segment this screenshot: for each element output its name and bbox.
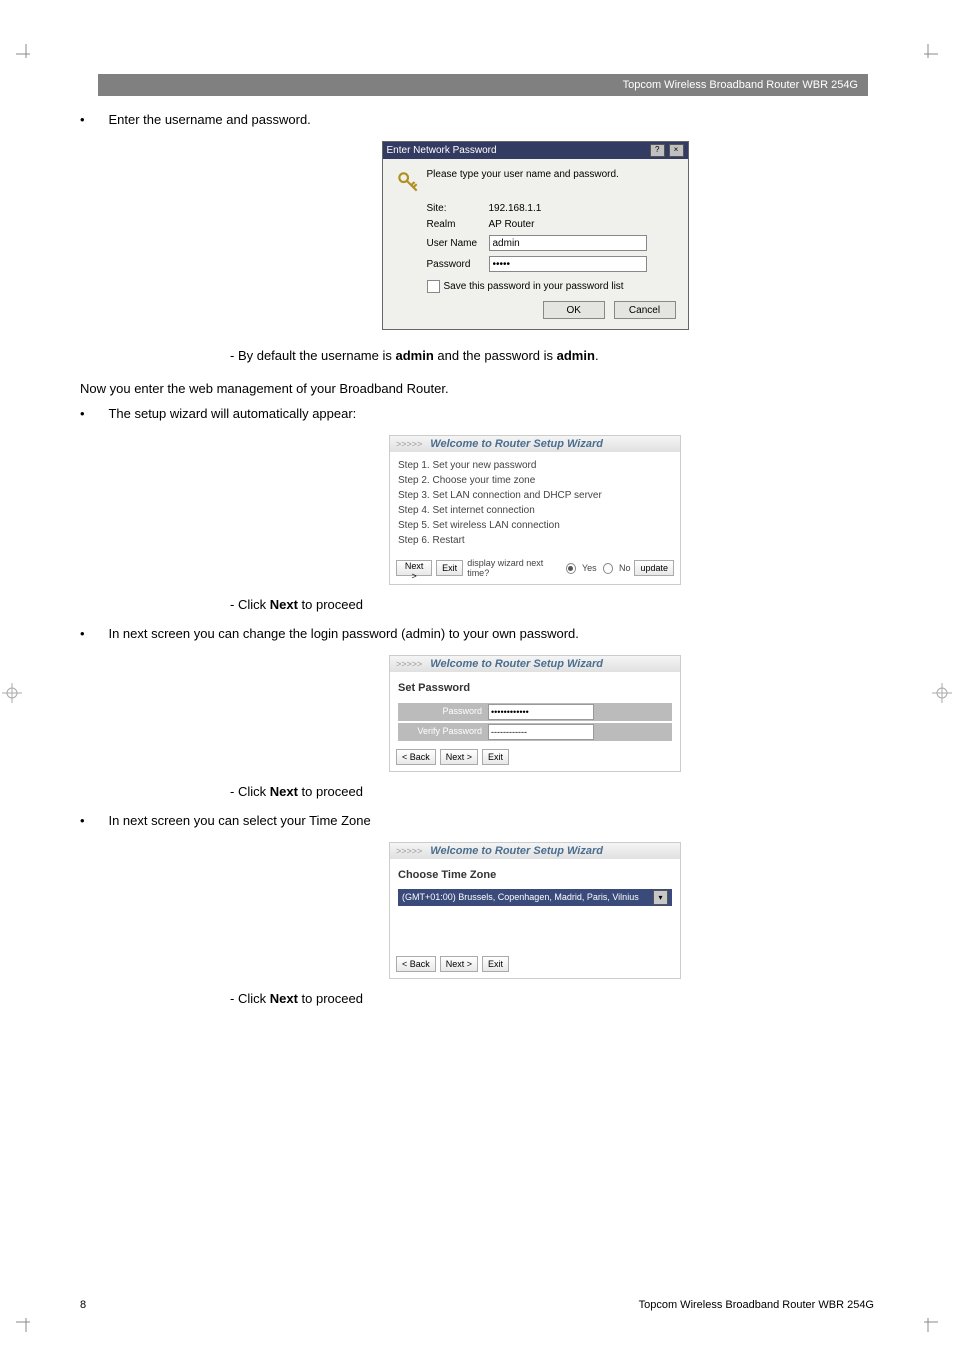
timezone-selected: (GMT+01:00) Brussels, Copenhagen, Madrid…	[402, 891, 639, 905]
wizard-step: Step 2. Choose your time zone	[398, 473, 672, 488]
wizard-choose-timezone: >>>>> Welcome to Router Setup Wizard Cho…	[389, 842, 681, 980]
wizard-titlebar: >>>>> Welcome to Router Setup Wizard	[390, 656, 680, 672]
radio-no-label: No	[619, 563, 631, 573]
wizard-step: Step 4. Set internet connection	[398, 503, 672, 518]
body-text: - Click Next to proceed	[230, 597, 870, 612]
help-icon[interactable]: ?	[650, 144, 665, 157]
breadcrumb: >>>>>	[396, 846, 422, 856]
bullet: •	[80, 813, 94, 828]
crop-mark	[2, 683, 22, 708]
body-text: - Click Next to proceed	[230, 991, 870, 1006]
save-password-label: Save this password in your password list	[444, 281, 624, 292]
radio-no[interactable]	[603, 563, 613, 574]
realm-value: AP Router	[489, 219, 535, 230]
realm-label: Realm	[427, 219, 489, 230]
password-label: Password	[427, 259, 489, 270]
ok-button[interactable]: OK	[543, 301, 605, 319]
body-text: • Enter the username and password.	[80, 112, 870, 127]
breadcrumb: >>>>>	[396, 659, 422, 669]
site-value: 192.168.1.1	[489, 203, 542, 214]
wizard-title: Welcome to Router Setup Wizard	[430, 438, 603, 450]
text-change-pw: In next screen you can change the login …	[108, 626, 578, 641]
wizard-set-password: >>>>> Welcome to Router Setup Wizard Set…	[389, 655, 681, 772]
body-text: - Click Next to proceed	[230, 784, 870, 799]
exit-button[interactable]: Exit	[436, 560, 463, 576]
wizard-titlebar: >>>>> Welcome to Router Setup Wizard	[390, 436, 680, 452]
dialog-title: Enter Network Password	[387, 145, 497, 156]
wizard-step: Step 5. Set wireless LAN connection	[398, 518, 672, 533]
text-setup-auto: The setup wizard will automatically appe…	[108, 406, 356, 421]
dialog-titlebar: Enter Network Password ? ×	[383, 142, 688, 159]
back-button[interactable]: < Back	[396, 749, 436, 765]
dialog-enter-network-password: Enter Network Password ? × Please type y…	[382, 141, 689, 330]
new-password-input[interactable]	[488, 704, 594, 720]
crop-mark	[918, 1312, 938, 1337]
wizard-steps: >>>>> Welcome to Router Setup Wizard Ste…	[389, 435, 681, 585]
verify-password-label: Verify Password	[402, 725, 482, 739]
header-product-name: Topcom Wireless Broadband Router WBR 254…	[623, 79, 858, 91]
username-label: User Name	[427, 238, 489, 249]
wizard-step: Step 1. Set your new password	[398, 458, 672, 473]
key-icon	[395, 169, 421, 195]
wizard-heading: Choose Time Zone	[398, 867, 672, 884]
verify-password-input[interactable]	[488, 724, 594, 740]
username-input[interactable]	[489, 235, 647, 251]
back-button[interactable]: < Back	[396, 956, 436, 972]
header-bar: Topcom Wireless Broadband Router WBR 254…	[98, 74, 868, 96]
radio-yes[interactable]	[566, 563, 576, 574]
display-question: display wizard next time?	[467, 558, 560, 578]
text-enter-credentials: Enter the username and password.	[108, 112, 310, 127]
next-button[interactable]: Next >	[440, 749, 478, 765]
breadcrumb: >>>>>	[396, 439, 422, 449]
wizard-heading: Set Password	[398, 680, 672, 697]
bullet: •	[80, 626, 94, 641]
wizard-titlebar: >>>>> Welcome to Router Setup Wizard	[390, 843, 680, 859]
body-text: • In next screen you can change the logi…	[80, 626, 870, 641]
password-label: Password	[402, 705, 482, 719]
site-label: Site:	[427, 203, 489, 214]
chevron-down-icon[interactable]: ▾	[653, 890, 668, 905]
next-button[interactable]: Next >	[396, 560, 432, 576]
radio-yes-label: Yes	[582, 563, 597, 573]
password-input[interactable]	[489, 256, 647, 272]
footer-product-name: Topcom Wireless Broadband Router WBR 254…	[639, 1299, 874, 1311]
next-button[interactable]: Next >	[440, 956, 478, 972]
crop-mark	[918, 44, 938, 69]
crop-mark	[16, 44, 36, 69]
bullet: •	[80, 406, 94, 421]
wizard-title: Welcome to Router Setup Wizard	[430, 845, 603, 857]
exit-button[interactable]: Exit	[482, 749, 509, 765]
cancel-button[interactable]: Cancel	[614, 301, 676, 319]
timezone-select[interactable]: (GMT+01:00) Brussels, Copenhagen, Madrid…	[398, 889, 672, 906]
bullet: •	[80, 112, 94, 127]
wizard-step: Step 6. Restart	[398, 533, 672, 548]
exit-button[interactable]: Exit	[482, 956, 509, 972]
close-icon[interactable]: ×	[669, 144, 684, 157]
page-number: 8	[80, 1299, 86, 1311]
wizard-title: Welcome to Router Setup Wizard	[430, 658, 603, 670]
page-footer: 8 Topcom Wireless Broadband Router WBR 2…	[80, 1299, 874, 1311]
save-password-checkbox[interactable]	[427, 280, 440, 293]
body-text: Now you enter the web management of your…	[80, 381, 870, 396]
update-button[interactable]: update	[634, 560, 674, 576]
body-text: • In next screen you can select your Tim…	[80, 813, 870, 828]
body-text: • The setup wizard will automatically ap…	[80, 406, 870, 421]
wizard-step: Step 3. Set LAN connection and DHCP serv…	[398, 488, 672, 503]
dialog-intro: Please type your user name and password.	[427, 169, 619, 180]
crop-mark	[16, 1312, 36, 1337]
text-select-tz: In next screen you can select your Time …	[108, 813, 370, 828]
crop-mark	[932, 683, 952, 708]
body-text: - By default the username is admin and t…	[230, 348, 870, 363]
